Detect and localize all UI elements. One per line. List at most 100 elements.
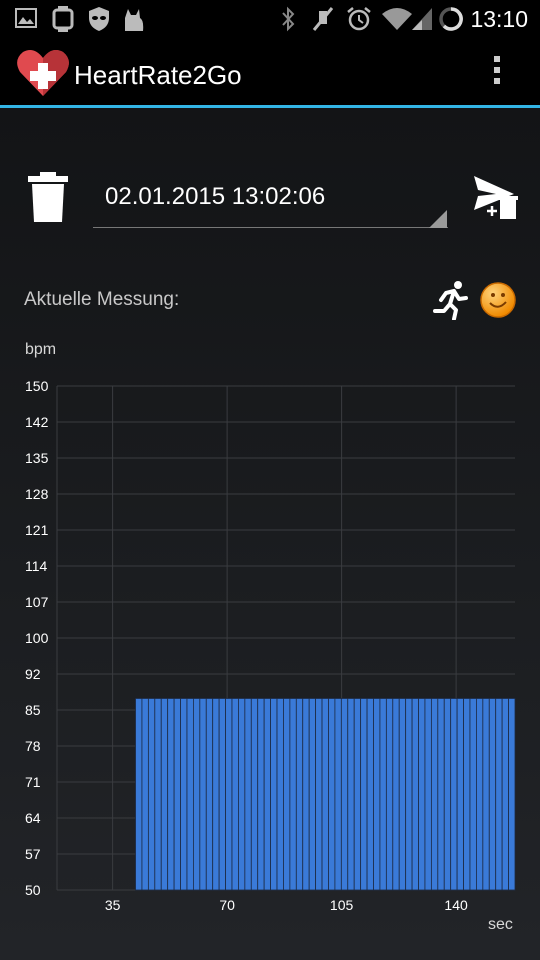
chart-bar (360, 698, 368, 891)
y-tick-label: 142 (25, 414, 49, 430)
chart-bar (295, 698, 304, 891)
image-icon (15, 8, 37, 28)
cat-icon (125, 9, 144, 31)
smiley-icon (480, 282, 516, 318)
y-axis-label: bpm (25, 341, 57, 358)
chart-bar (160, 698, 169, 891)
chart-bar (154, 698, 162, 891)
watch-icon (52, 6, 74, 32)
x-tick-label: 35 (105, 897, 121, 910)
chart-bar (385, 698, 394, 891)
status-bar: 13:10 (0, 0, 540, 38)
chart-bar (501, 698, 509, 891)
chart-bar (463, 698, 471, 891)
privacy-mask-icon (89, 7, 109, 31)
y-tick-label: 135 (25, 450, 49, 466)
running-person-icon (433, 281, 468, 320)
chart-bar (476, 698, 484, 891)
chart-bar (141, 698, 149, 891)
chart-bar (263, 698, 271, 891)
x-axis-label: sec (488, 916, 513, 933)
chart-bar (508, 698, 516, 891)
overflow-menu-icon[interactable] (489, 56, 505, 92)
chart-bar (205, 698, 214, 891)
chart-bar (469, 698, 477, 891)
chart-bar (450, 698, 458, 891)
wifi-icon (382, 8, 412, 30)
chart-bar (373, 698, 381, 891)
chart-bar (302, 698, 310, 891)
send-icon[interactable] (474, 176, 518, 220)
chart-bar (315, 698, 323, 891)
y-tick-label: 128 (25, 486, 49, 502)
chart-bar (443, 698, 452, 891)
chart-bar (250, 698, 259, 891)
y-tick-label: 85 (25, 702, 41, 718)
y-tick-label: 57 (25, 846, 41, 862)
chart-bar (276, 698, 284, 891)
dropdown-underline (93, 227, 448, 228)
y-tick-label: 100 (25, 630, 49, 646)
chart-bar (379, 698, 387, 891)
heart-plus-icon (17, 50, 69, 96)
alarm-icon (347, 7, 371, 31)
y-tick-label: 78 (25, 738, 41, 754)
chart-bar (257, 698, 265, 891)
chart-bar (321, 698, 329, 891)
trash-icon[interactable] (28, 172, 68, 222)
chart-bar (218, 698, 226, 891)
y-tick-label: 121 (25, 522, 49, 538)
chart-bar (488, 698, 497, 891)
bluetooth-icon (282, 6, 295, 32)
app-title: HeartRate2Go (74, 60, 242, 90)
chart-bar (193, 698, 201, 891)
chart-bar (173, 698, 181, 891)
y-tick-label: 150 (25, 378, 49, 394)
y-tick-label: 107 (25, 594, 49, 610)
chart-bar (270, 698, 278, 891)
chart-bar (418, 698, 426, 891)
chart-bar (135, 698, 143, 891)
chart-bar (347, 698, 355, 891)
chart-bar (398, 698, 407, 891)
chart-bar (180, 698, 188, 891)
y-tick-label: 64 (25, 810, 41, 826)
mute-icon (312, 7, 334, 31)
status-time: 13:10 (470, 6, 528, 32)
chart-bar (147, 698, 156, 891)
current-measurement-label: Aktuelle Messung: (24, 289, 180, 310)
x-tick-label: 105 (330, 897, 354, 910)
chart-bar (430, 698, 439, 891)
x-tick-label: 140 (444, 897, 468, 910)
y-tick-label: 71 (25, 774, 41, 790)
chart-bar (411, 698, 419, 891)
chart-bar (199, 698, 207, 891)
battery-icon (439, 7, 463, 31)
chart-bar (186, 698, 194, 891)
chart-bar (231, 698, 239, 891)
action-bar-divider (0, 105, 540, 108)
chart-bar (283, 698, 291, 891)
chart-bar (392, 698, 400, 891)
chart-bar (244, 698, 252, 891)
heart-rate-chart: 150 142 135 128 121 114 107 100 92 85 78 71 64 57 50 35… (25, 378, 516, 910)
chart-bar (495, 698, 503, 891)
dropdown-arrow-icon (429, 210, 447, 228)
chart-bar (424, 698, 432, 891)
chart-bar (212, 698, 220, 891)
signal-icon (412, 8, 432, 30)
chart-bar (340, 698, 349, 891)
chart-bar (482, 698, 490, 891)
chart-bar (366, 698, 374, 891)
chart-bar (225, 698, 233, 891)
dropdown-selected-value: 02.01.2015 13:02:06 (105, 183, 326, 210)
chart-bar (456, 698, 464, 891)
chart-bar (353, 698, 362, 891)
chart-bar (437, 698, 445, 891)
y-tick-label: 114 (25, 558, 48, 574)
chart-bar (334, 698, 342, 891)
y-tick-label: 92 (25, 666, 41, 682)
y-tick-label: 50 (25, 882, 41, 898)
chart-bar (405, 698, 413, 891)
chart-bar (289, 698, 297, 891)
